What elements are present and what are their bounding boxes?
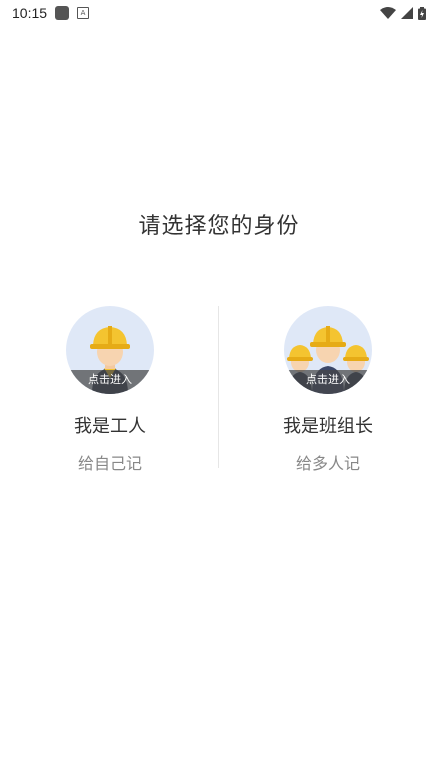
accessibility-icon: A	[77, 7, 90, 19]
worker-avatar[interactable]: 点击进入	[66, 306, 154, 394]
team-leader-title: 我是班组长	[283, 416, 373, 437]
battery-icon	[418, 6, 426, 20]
worker-title: 我是工人	[74, 416, 146, 437]
role-options: 点击进入 我是工人 给自己记 点击进入 我是班组长 给多人记	[0, 306, 438, 473]
notification-app-icon	[55, 6, 70, 20]
team-leader-subtitle: 给多人记	[295, 454, 360, 473]
status-bar: 10:15 A	[0, 0, 438, 26]
status-right	[380, 6, 426, 20]
signal-icon	[401, 7, 413, 19]
team-leader-enter-label: 点击进入	[284, 370, 372, 394]
team-leader-avatar[interactable]: 点击进入	[284, 306, 372, 394]
worker-enter-label: 点击进入	[66, 370, 154, 394]
team-leader-option[interactable]: 点击进入 我是班组长 给多人记	[238, 306, 418, 474]
divider	[218, 306, 219, 468]
wifi-icon	[380, 7, 396, 19]
status-time: 10:15	[12, 5, 48, 21]
page-title: 请选择您的身份	[138, 214, 300, 239]
status-left: 10:15 A	[12, 5, 90, 21]
worker-subtitle: 给自己记	[77, 454, 142, 473]
worker-option[interactable]: 点击进入 我是工人 给自己记	[20, 306, 200, 474]
